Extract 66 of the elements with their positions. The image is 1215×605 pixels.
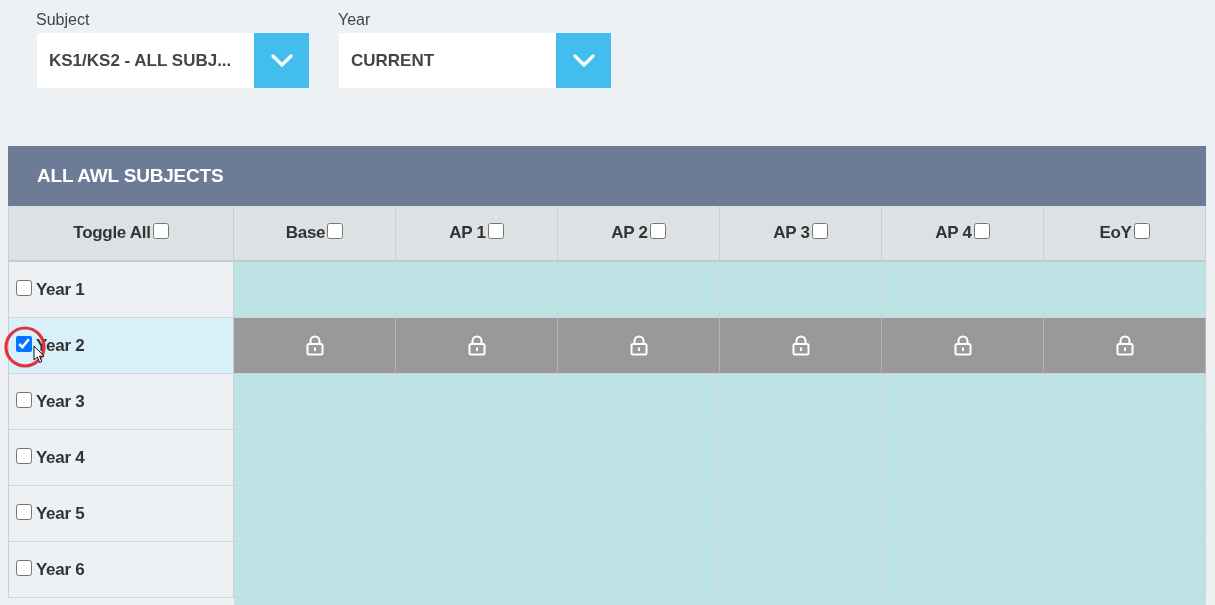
table-cell[interactable] bbox=[882, 262, 1044, 318]
table-cell[interactable] bbox=[1044, 318, 1206, 374]
table-cell[interactable] bbox=[720, 318, 882, 374]
select-value: KS1/KS2 - ALL SUBJ... bbox=[48, 50, 232, 71]
padlock-icon bbox=[953, 335, 972, 356]
row-label: Year 6 bbox=[36, 559, 85, 580]
padlock-icon bbox=[1115, 335, 1134, 356]
row-checkbox[interactable] bbox=[16, 279, 32, 296]
table-cell[interactable] bbox=[720, 374, 882, 430]
table-cell[interactable] bbox=[234, 374, 396, 430]
column-label: AP 4 bbox=[935, 223, 972, 243]
filter-label: Subject bbox=[36, 10, 90, 30]
table-cell[interactable] bbox=[396, 262, 558, 318]
row-checkbox[interactable] bbox=[16, 447, 32, 464]
row-label: Year 3 bbox=[36, 391, 85, 412]
padlock-icon bbox=[791, 335, 810, 356]
select-field[interactable]: KS1/KS2 - ALL SUBJ... bbox=[37, 33, 309, 88]
dropdown-button[interactable] bbox=[556, 33, 611, 88]
table-cell[interactable] bbox=[558, 374, 720, 430]
table-cell[interactable] bbox=[882, 318, 1044, 374]
table-cell[interactable] bbox=[396, 374, 558, 430]
filter-label: Year bbox=[338, 10, 371, 30]
column-checkbox[interactable] bbox=[487, 223, 504, 239]
column-checkbox[interactable] bbox=[1133, 223, 1150, 239]
table-cell[interactable] bbox=[558, 318, 720, 374]
table-cell[interactable] bbox=[234, 486, 396, 542]
chevron-down-icon bbox=[270, 54, 293, 67]
column-checkbox[interactable] bbox=[973, 223, 990, 239]
table-cell[interactable] bbox=[1044, 430, 1206, 486]
padlock-icon bbox=[305, 335, 324, 356]
table-cell[interactable] bbox=[1044, 486, 1206, 542]
toggle-all-checkbox[interactable] bbox=[152, 223, 169, 239]
row-label: Year 4 bbox=[36, 447, 85, 468]
row-checkbox[interactable] bbox=[16, 503, 32, 520]
column-label: AP 2 bbox=[611, 223, 648, 243]
table-cell[interactable] bbox=[1044, 374, 1206, 430]
select-value: CURRENT bbox=[350, 50, 435, 71]
table-cell[interactable] bbox=[234, 542, 396, 598]
table-cell[interactable] bbox=[558, 262, 720, 318]
row-checkbox[interactable] bbox=[16, 559, 32, 576]
table-cell[interactable] bbox=[396, 318, 558, 374]
table-cell[interactable] bbox=[234, 262, 396, 318]
table-cell[interactable] bbox=[720, 262, 882, 318]
table-cell[interactable] bbox=[882, 374, 1044, 430]
column-label: Base bbox=[285, 223, 326, 243]
column-label: AP 3 bbox=[773, 223, 810, 243]
column-label: EoY bbox=[1099, 223, 1132, 243]
column-checkbox[interactable] bbox=[327, 223, 344, 239]
padlock-icon bbox=[629, 335, 648, 356]
row-label: Year 1 bbox=[36, 279, 85, 300]
row-checkbox[interactable] bbox=[16, 335, 32, 352]
column-checkbox[interactable] bbox=[811, 223, 828, 239]
toggle-all-label: Toggle All bbox=[73, 223, 151, 243]
table-cell[interactable] bbox=[234, 430, 396, 486]
padlock-icon bbox=[467, 335, 486, 356]
select-field[interactable]: CURRENT bbox=[339, 33, 611, 88]
table-title: ALL AWL SUBJECTS bbox=[37, 165, 224, 187]
column-checkbox[interactable] bbox=[649, 223, 666, 239]
chevron-down-icon bbox=[572, 54, 595, 67]
dropdown-button[interactable] bbox=[254, 33, 309, 88]
row-checkbox[interactable] bbox=[16, 391, 32, 408]
row-label: Year 5 bbox=[36, 503, 85, 524]
column-label: AP 1 bbox=[449, 223, 486, 243]
table-cell[interactable] bbox=[1044, 262, 1206, 318]
table-cell[interactable] bbox=[1044, 542, 1206, 598]
table-cell[interactable] bbox=[234, 318, 396, 374]
